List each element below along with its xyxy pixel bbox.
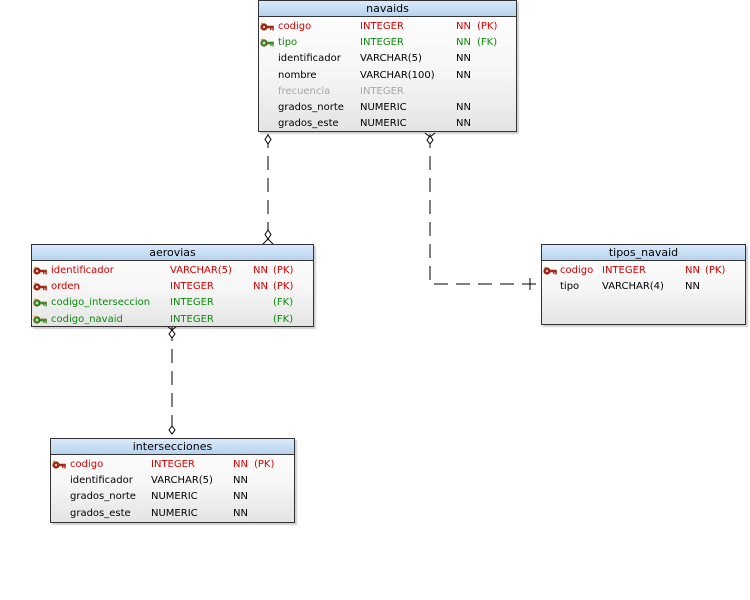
table-intersecciones[interactable]: intersecciones codigo INTEGER NN (PK) identi… [50,438,295,523]
foreign-key-icon [33,315,49,325]
column-nullability: NN [456,118,471,130]
table-intersecciones-title: intersecciones [51,439,294,455]
column-type: INTEGER [360,37,404,49]
column-nullability: NN [456,21,471,32]
column-row[interactable]: identificador VARCHAR(5) NN (PK) [32,263,313,279]
column-type: VARCHAR(5) [170,265,232,276]
table-aerovias-title: aerovias [32,245,313,261]
column-row[interactable]: codigo_navaid INTEGER (FK) [32,312,313,328]
column-key-marker: (FK) [273,297,294,309]
column-name: grados_este [278,118,339,130]
column-name: frecuencia [278,85,331,97]
column-name: nombre [278,69,317,81]
table-navaids-title: navaids [259,1,516,17]
column-nullability: NN [233,491,248,503]
column-type: INTEGER [151,459,195,470]
column-key-marker: (PK) [477,21,498,32]
column-name: orden [51,281,80,293]
column-type: INTEGER [170,297,214,309]
table-navaids[interactable]: navaids codigo INTEGER NN (PK) tipo INTEGER NN… [258,0,517,132]
column-nullability: NN [233,459,248,470]
foreign-key-icon [260,38,276,48]
column-name: codigo [560,265,594,276]
primary-key-icon [543,266,559,276]
column-row[interactable]: orden INTEGER NN (PK) [32,279,313,295]
column-row[interactable]: grados_norte NUMERIC NN [51,489,294,505]
column-name: identificador [278,53,341,65]
column-nullability: NN [456,37,471,49]
column-nullability: NN [253,265,268,276]
column-name: codigo_navaid [51,313,123,325]
table-tipos-navaid[interactable]: tipos_navaid codigo INTEGER NN (PK) tipo VARC… [541,244,746,325]
column-row[interactable]: tipo INTEGER NN (FK) [259,35,516,51]
relationship-aerovias-intersecciones[interactable] [166,325,178,437]
table-tipos-navaid-title: tipos_navaid [542,245,745,261]
column-row[interactable]: codigo_interseccion INTEGER (FK) [32,295,313,311]
column-type: VARCHAR(5) [151,475,213,487]
column-row[interactable]: grados_este NUMERIC NN [259,116,516,132]
column-key-marker: (FK) [273,313,294,325]
column-nullability: NN [233,507,248,519]
column-nullability: NN [456,53,471,65]
column-name: grados_norte [278,101,344,113]
column-type: INTEGER [170,313,214,325]
relationship-navaids-aerovias[interactable] [262,134,274,245]
column-nullability: NN [456,101,471,113]
column-name: codigo [70,459,104,470]
column-row[interactable]: codigo INTEGER NN (PK) [542,263,745,279]
column-nullability: NN [456,69,471,81]
column-nullability: NN [685,265,700,276]
column-nullability: NN [253,281,268,293]
column-name: tipo [278,37,298,49]
column-type: NUMERIC [151,491,198,503]
column-name: grados_norte [70,491,136,503]
table-intersecciones-columns: codigo INTEGER NN (PK) identificador VARCHAR(… [51,455,294,522]
foreign-key-icon [33,298,49,308]
column-name: identificador [70,475,133,487]
column-type: VARCHAR(4) [602,281,664,293]
column-type: INTEGER [602,265,646,276]
primary-key-icon [260,22,276,32]
primary-key-icon [52,460,68,470]
primary-key-icon [33,266,49,276]
table-aerovias-columns: identificador VARCHAR(5) NN (PK) orden INTEGE… [32,261,313,328]
column-type: NUMERIC [360,118,407,130]
column-row[interactable]: identificador VARCHAR(5) NN [259,51,516,67]
column-type: INTEGER [360,85,404,97]
table-navaids-columns: codigo INTEGER NN (PK) tipo INTEGER NN (FK) iden… [259,17,516,132]
column-type: NUMERIC [151,507,198,519]
column-key-marker: (FK) [477,37,498,49]
column-row[interactable]: nombre VARCHAR(100) NN [259,68,516,84]
column-nullability: NN [233,475,248,487]
column-row[interactable]: tipo VARCHAR(4) NN [542,279,745,295]
table-tipos-navaid-columns: codigo INTEGER NN (PK) tipo VARCHAR(4) NN [542,261,745,295]
column-type: VARCHAR(100) [360,69,435,81]
column-name: grados_este [70,507,131,519]
column-type: INTEGER [360,21,404,32]
table-aerovias[interactable]: aerovias identificador VARCHAR(5) NN (PK) or… [31,244,314,327]
column-row[interactable]: grados_norte NUMERIC NN [259,100,516,116]
column-row[interactable]: frecuencia INTEGER [259,84,516,100]
column-row[interactable]: codigo INTEGER NN (PK) [259,19,516,35]
column-name: codigo [278,21,312,32]
column-key-marker: (PK) [273,265,294,276]
column-nullability: NN [685,281,700,293]
column-name: codigo_interseccion [51,297,151,309]
relationship-navaids-tipos-navaid[interactable] [424,132,541,290]
column-type: VARCHAR(5) [360,53,422,65]
column-row[interactable]: grados_este NUMERIC NN [51,506,294,522]
primary-key-icon [33,282,49,292]
column-key-marker: (PK) [254,459,275,470]
column-type: INTEGER [170,281,214,293]
column-type: NUMERIC [360,101,407,113]
column-row[interactable]: identificador VARCHAR(5) NN [51,473,294,489]
column-row[interactable]: codigo INTEGER NN (PK) [51,457,294,473]
column-name: tipo [560,281,580,293]
column-name: identificador [51,265,114,276]
column-key-marker: (PK) [705,265,726,276]
column-key-marker: (PK) [273,281,294,293]
